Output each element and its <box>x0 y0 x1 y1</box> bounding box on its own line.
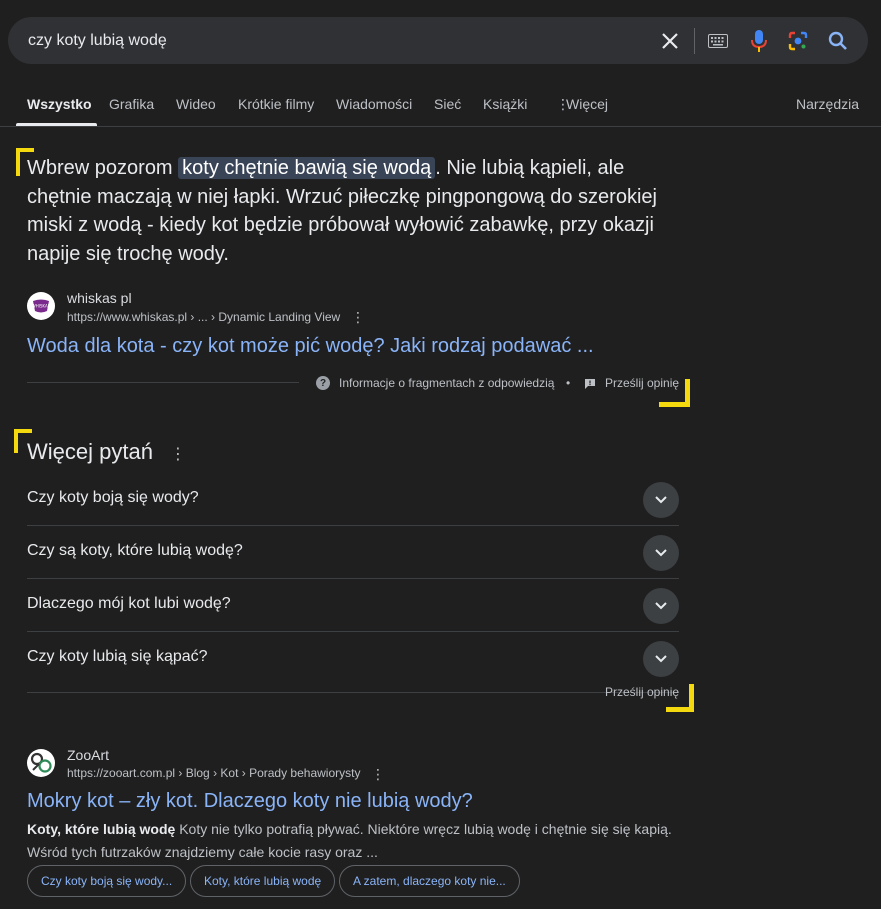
paa-question-text: Czy koty lubią się kąpać? <box>27 648 208 665</box>
chevron-down-icon[interactable] <box>643 588 679 624</box>
close-icon[interactable] <box>658 29 682 53</box>
result1-site-name: whiskas pl <box>67 290 132 306</box>
tabs-divider <box>0 126 881 127</box>
paa-question[interactable]: Czy są koty, które lubią wodę? <box>27 526 679 579</box>
chevron-down-icon[interactable] <box>643 535 679 571</box>
snippet-footer-divider <box>27 382 299 383</box>
more-vert-icon[interactable]: ⋮ <box>170 444 186 464</box>
paa-question[interactable]: Czy koty boją się wody? <box>27 473 679 526</box>
more-vert-icon[interactable]: ⋮ <box>371 766 385 783</box>
tab-more[interactable]: ⋮Więcej <box>556 96 608 113</box>
whiskas-favicon: WHISKAS <box>27 292 55 320</box>
snippet-info-link[interactable]: Informacje o fragmentach z odpowiedzią <box>339 376 554 390</box>
paa-bottom-divider <box>27 692 679 693</box>
paa-title: Więcej pytań <box>27 439 153 464</box>
paa-question-text: Czy koty boją się wody? <box>27 489 199 506</box>
paa-question-text: Czy są koty, które lubią wodę? <box>27 542 243 559</box>
paa-feedback-link[interactable]: Prześlij opinię <box>605 685 679 699</box>
mic-icon[interactable] <box>747 29 771 53</box>
result2-description: Koty, które lubią wodę Koty nie tylko po… <box>27 818 687 864</box>
snippet-highlight: koty chętnie bawią się wodą <box>178 157 436 179</box>
tools-button[interactable]: Narzędzia <box>796 96 859 112</box>
search-tabs: Wszystko Grafika Wideo Krótkie filmy Wia… <box>0 88 881 126</box>
keyboard-icon[interactable] <box>706 29 730 53</box>
related-chip[interactable]: Koty, które lubią wodę <box>190 865 336 897</box>
paa-question[interactable]: Dlaczego mój kot lubi wodę? <box>27 579 679 632</box>
result2-site-name: ZooArt <box>67 747 110 763</box>
chevron-down-icon[interactable] <box>643 482 679 518</box>
result2-description-bold: Koty, które lubią wodę <box>27 821 176 837</box>
related-chip[interactable]: A zatem, dlaczego koty nie... <box>339 865 520 897</box>
more-vert-icon[interactable]: ⋮ <box>351 309 365 326</box>
result1-title-link[interactable]: Woda dla kota - czy kot może pić wodę? J… <box>27 335 594 358</box>
divider <box>694 28 695 54</box>
tab-all[interactable]: Wszystko <box>27 96 92 112</box>
paa-question-text: Dlaczego mój kot lubi wodę? <box>27 595 231 612</box>
help-icon[interactable]: ? <box>316 376 330 390</box>
search-bar: czy koty lubią wodę <box>8 17 868 64</box>
zooart-favicon <box>27 749 55 777</box>
search-input[interactable]: czy koty lubią wodę <box>28 32 167 50</box>
more-vert-icon: ⋮ <box>556 96 570 112</box>
result2-title-link[interactable]: Mokry kot – zły kot. Dlaczego koty nie l… <box>27 790 473 813</box>
tab-books[interactable]: Książki <box>483 96 527 112</box>
featured-snippet-text: Wbrew pozorom koty chętnie bawią się wod… <box>27 154 687 268</box>
tab-more-label: Więcej <box>566 96 609 112</box>
result1-url[interactable]: https://www.whiskas.pl › ... › Dynamic L… <box>67 310 340 324</box>
related-chip[interactable]: Czy koty boją się wody... <box>27 865 187 897</box>
snippet-text-start: Wbrew pozorom <box>27 157 179 179</box>
svg-text:WHISKAS: WHISKAS <box>32 304 51 309</box>
search-icon[interactable] <box>826 29 850 53</box>
feedback-icon <box>584 377 596 395</box>
tab-web[interactable]: Sieć <box>434 96 461 112</box>
paa-question[interactable]: Czy koty lubią się kąpać? <box>27 632 679 685</box>
tab-images[interactable]: Grafika <box>109 96 154 112</box>
tab-short-videos[interactable]: Krótkie filmy <box>238 96 314 112</box>
lens-icon[interactable] <box>786 29 810 53</box>
result2-url[interactable]: https://zooart.com.pl › Blog › Kot › Por… <box>67 766 360 780</box>
snippet-feedback-link[interactable]: Prześlij opinię <box>605 376 679 390</box>
tab-videos[interactable]: Wideo <box>176 96 216 112</box>
separator-dot: • <box>566 376 571 390</box>
tab-news[interactable]: Wiadomości <box>336 96 412 112</box>
chevron-down-icon[interactable] <box>643 641 679 677</box>
